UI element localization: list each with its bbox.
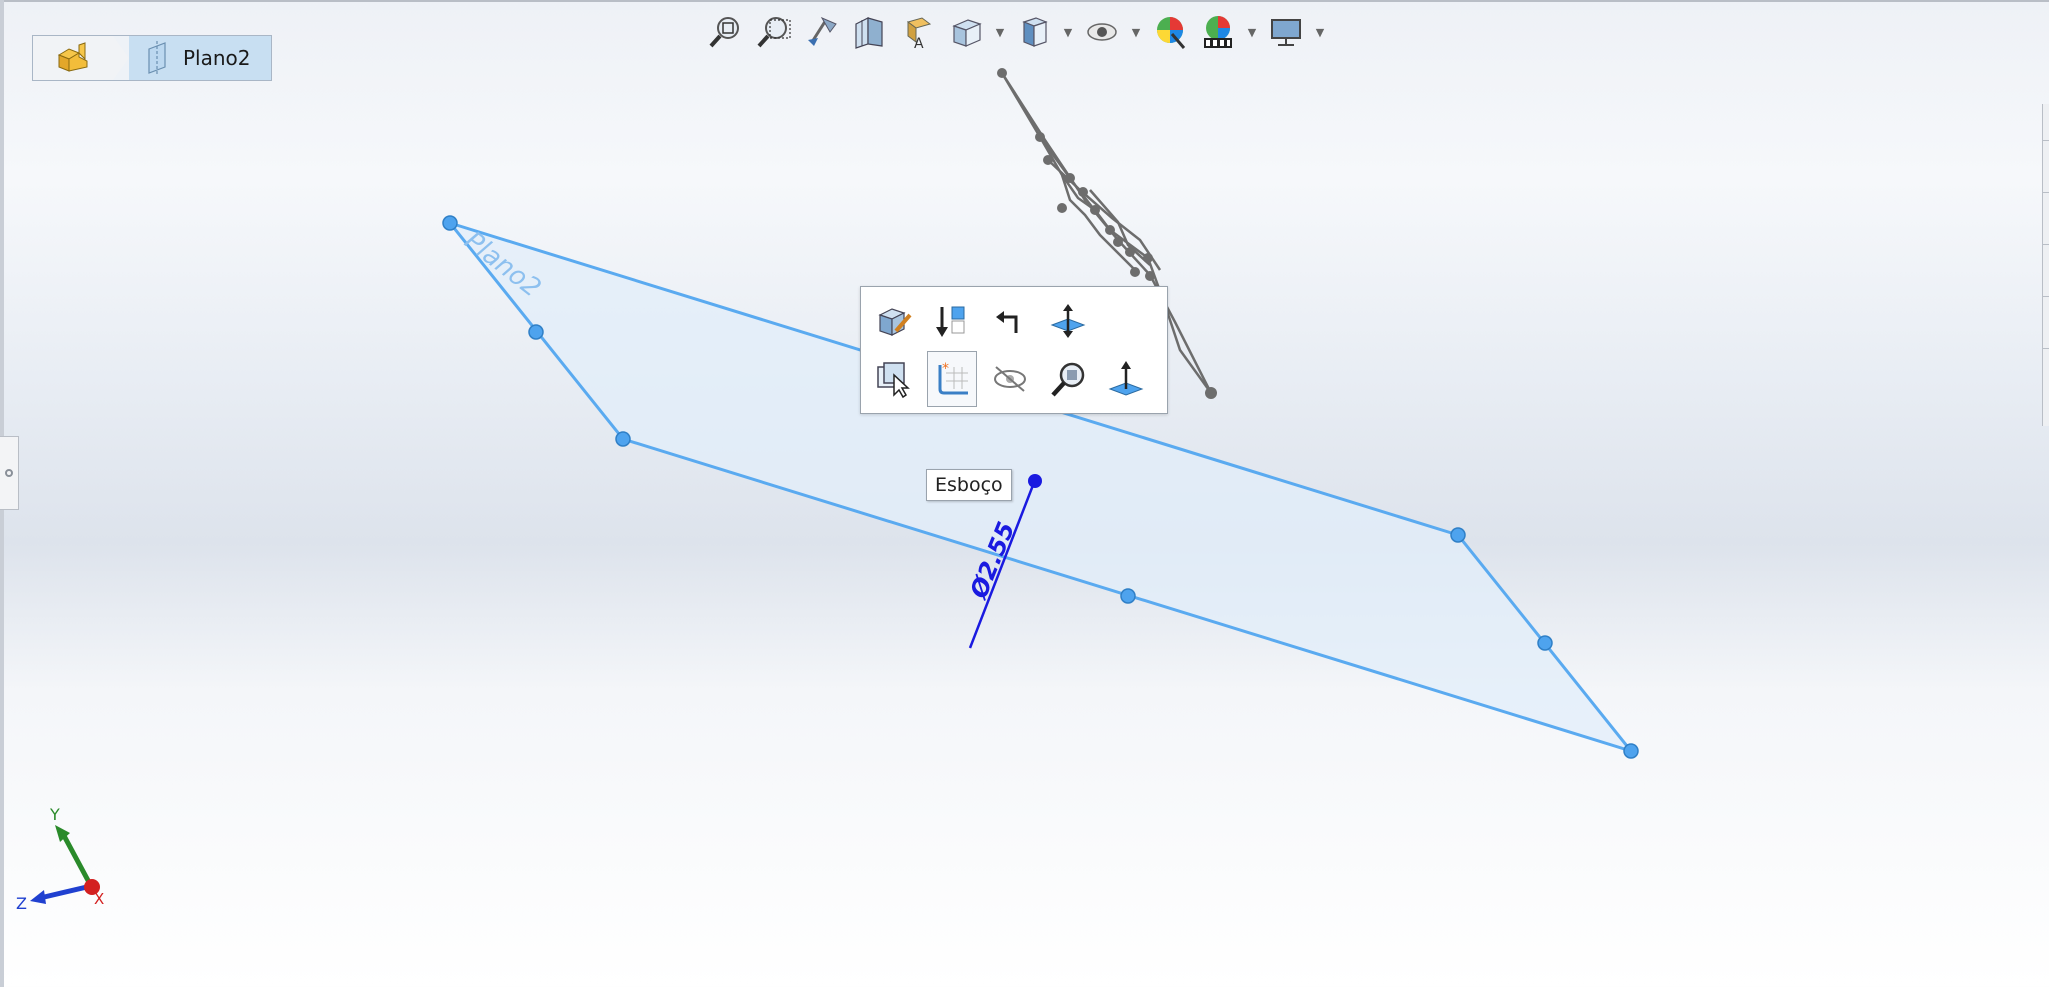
section-view-icon [855, 17, 883, 49]
task-pane-tab-divider [2043, 140, 2049, 141]
apply-scene-icon [1204, 16, 1232, 48]
normal-to-plane-button[interactable] [1101, 351, 1151, 407]
svg-text:*: * [942, 361, 949, 377]
dynamic-annotation-views-icon: A [906, 17, 932, 50]
zoom-to-area-button[interactable] [754, 12, 794, 52]
plane-corner-handle[interactable] [615, 431, 631, 447]
view-settings-dropdown-icon[interactable]: ▼ [1314, 26, 1326, 39]
select-other-button[interactable] [869, 351, 919, 407]
triad-x-label: X [94, 890, 104, 908]
reference-triad: Y Z X [16, 805, 104, 913]
zoom-to-selection-icon [1051, 362, 1085, 397]
plane-corner-handle[interactable] [1623, 743, 1639, 759]
plane-edge-handle[interactable] [1120, 588, 1136, 604]
plane-icon [148, 41, 166, 75]
plane-edge-handle[interactable] [528, 324, 544, 340]
zoom-to-fit-button[interactable] [706, 12, 746, 52]
rollback-icon [936, 306, 965, 337]
previous-view-button[interactable] [802, 12, 842, 52]
edit-feature-button[interactable] [869, 293, 919, 349]
task-pane-edge[interactable] [2042, 104, 2049, 426]
hide-show-items-icon [1087, 23, 1117, 41]
apply-scene-dropdown-icon[interactable]: ▼ [1246, 26, 1258, 39]
triad-y-label: Y [49, 805, 60, 824]
handle-grip-icon [5, 469, 13, 477]
normal-to-icon [1050, 304, 1086, 338]
part-icon [57, 42, 88, 72]
sketch-icon: * [938, 361, 968, 395]
hide-button[interactable] [985, 351, 1035, 407]
view-orientation-button[interactable] [946, 12, 986, 52]
task-pane-tab-divider [2043, 348, 2049, 349]
hide-show-items-button[interactable] [1082, 12, 1122, 52]
normal-to-plane-icon [1108, 361, 1144, 396]
zoom-to-selection-button[interactable] [1043, 351, 1093, 407]
breadcrumb: Plano2 [32, 35, 272, 81]
normal-to-button[interactable] [1043, 293, 1093, 349]
view-settings-icon [1271, 19, 1301, 46]
triad-z-label: Z [16, 894, 27, 913]
graphics-area[interactable]: Plano2 Ø2.55 Y Z X Plano2 A ▼ ▼ ▼ ▼ ▼ * … [0, 0, 2049, 987]
task-pane-tab-divider [2043, 244, 2049, 245]
display-style-icon [1022, 17, 1048, 47]
dynamic-annotation-views-button[interactable]: A [898, 12, 938, 52]
view-settings-button[interactable] [1266, 12, 1306, 52]
plane-corner-handle[interactable] [1450, 527, 1466, 543]
edit-feature-icon [878, 308, 912, 336]
plane-corner-handle[interactable] [442, 215, 458, 231]
panel-collapse-handle[interactable] [0, 436, 19, 510]
select-other-icon [877, 362, 910, 399]
zoom-to-area-icon [757, 17, 791, 48]
breadcrumb-plane[interactable]: Plano2 [129, 36, 271, 80]
breadcrumb-separator [113, 36, 129, 80]
task-pane-tab-divider [2043, 192, 2049, 193]
section-view-button[interactable] [850, 12, 890, 52]
edit-appearance-button[interactable] [1150, 12, 1190, 52]
heads-up-view-toolbar: A ▼ ▼ ▼ ▼ ▼ [706, 10, 1326, 54]
breadcrumb-part[interactable] [33, 36, 113, 80]
view-orientation-dropdown-icon[interactable]: ▼ [994, 26, 1006, 39]
hide-show-items-dropdown-icon[interactable]: ▼ [1130, 26, 1142, 39]
display-style-button[interactable] [1014, 12, 1054, 52]
model-canvas[interactable]: Plano2 Ø2.55 Y Z X [0, 0, 2049, 987]
hide-icon [994, 366, 1026, 392]
sketch-button[interactable]: * [927, 351, 977, 407]
apply-scene-button[interactable] [1198, 12, 1238, 52]
context-toolbar: * [860, 286, 1168, 414]
edit-appearance-icon [1157, 17, 1186, 49]
svg-text:A: A [914, 36, 924, 50]
tooltip: Esboço [926, 469, 1012, 501]
plane-edge-handle[interactable] [1537, 635, 1553, 651]
view-orientation-icon [952, 19, 982, 47]
parent-child-button[interactable] [985, 293, 1035, 349]
rollback-button[interactable] [927, 293, 977, 349]
sketch-point[interactable] [1028, 474, 1042, 488]
zoom-to-fit-icon [709, 17, 739, 48]
task-pane-tab-divider [2043, 296, 2049, 297]
previous-view-icon [808, 16, 837, 46]
breadcrumb-label: Plano2 [183, 46, 251, 70]
display-style-dropdown-icon[interactable]: ▼ [1062, 26, 1074, 39]
parent-child-icon [996, 311, 1018, 333]
